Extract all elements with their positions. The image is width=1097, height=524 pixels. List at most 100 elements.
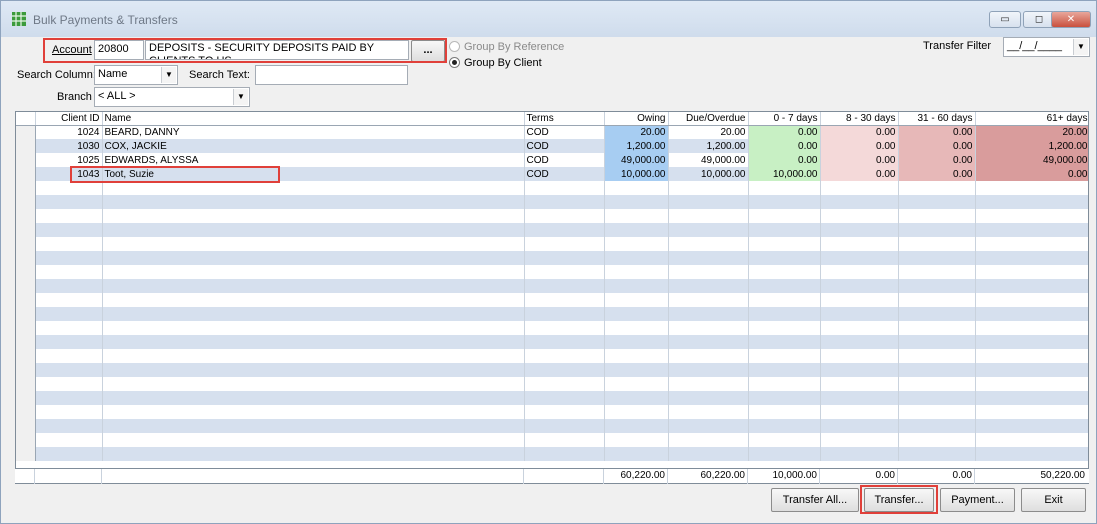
cell-b830[interactable]: 0.00: [820, 153, 899, 167]
cell-name[interactable]: [102, 447, 525, 461]
cell-terms[interactable]: [524, 279, 605, 293]
cell-b07[interactable]: [748, 363, 821, 377]
empty-table-row[interactable]: [16, 209, 1088, 223]
cell-client-id[interactable]: [35, 335, 103, 349]
group-by-client-radio[interactable]: [449, 57, 460, 68]
cell-due[interactable]: [668, 237, 749, 251]
col-31-60-days[interactable]: 31 - 60 days: [898, 112, 976, 126]
cell-owing[interactable]: [604, 251, 669, 265]
cell-client-id[interactable]: [35, 251, 103, 265]
cell-b07[interactable]: [748, 209, 821, 223]
cell-b3160[interactable]: 0.00: [898, 167, 976, 181]
cell-b61[interactable]: [975, 209, 1088, 223]
cell-client-id[interactable]: [35, 237, 103, 251]
cell-b830[interactable]: [820, 335, 899, 349]
cell-owing[interactable]: [604, 377, 669, 391]
cell-b3160[interactable]: [898, 251, 976, 265]
cell-b3160[interactable]: [898, 391, 976, 405]
cell-due[interactable]: [668, 433, 749, 447]
account-description-field[interactable]: DEPOSITS - SECURITY DEPOSITS PAID BY CLI…: [145, 40, 409, 60]
cell-terms[interactable]: COD: [524, 153, 605, 167]
cell-b61[interactable]: [975, 223, 1088, 237]
empty-table-row[interactable]: [16, 293, 1088, 307]
empty-table-row[interactable]: [16, 405, 1088, 419]
cell-name[interactable]: [102, 237, 525, 251]
cell-terms[interactable]: COD: [524, 139, 605, 153]
chevron-down-icon[interactable]: ▼: [161, 67, 176, 83]
chevron-down-icon[interactable]: ▼: [233, 89, 248, 105]
cell-client-id[interactable]: [35, 307, 103, 321]
cell-b830[interactable]: 0.00: [820, 139, 899, 153]
cell-due[interactable]: 20.00: [668, 125, 749, 139]
table-row[interactable]: 1030 COX, JACKIE COD 1,200.00 1,200.00 0.00 0.…: [16, 139, 1088, 153]
cell-due[interactable]: [668, 223, 749, 237]
cell-terms[interactable]: [524, 181, 605, 195]
cell-b830[interactable]: [820, 223, 899, 237]
cell-owing[interactable]: [604, 349, 669, 363]
cell-name[interactable]: [102, 279, 525, 293]
minimize-button[interactable]: ▭: [989, 11, 1021, 28]
cell-b830[interactable]: [820, 363, 899, 377]
cell-client-id[interactable]: [35, 447, 103, 461]
cell-b830[interactable]: [820, 279, 899, 293]
cell-terms[interactable]: [524, 363, 605, 377]
table-row[interactable]: 1024 BEARD, DANNY COD 20.00 20.00 0.00 0.00 0.0…: [16, 125, 1088, 139]
group-by-reference-radio[interactable]: [449, 41, 460, 52]
cell-owing[interactable]: 1,200.00: [604, 139, 669, 153]
cell-name[interactable]: [102, 293, 525, 307]
chevron-down-icon[interactable]: ▼: [1073, 39, 1088, 55]
cell-b07[interactable]: [748, 433, 821, 447]
empty-table-row[interactable]: [16, 433, 1088, 447]
cell-b61[interactable]: [975, 377, 1088, 391]
cell-due[interactable]: [668, 377, 749, 391]
close-button[interactable]: ✕: [1051, 11, 1091, 28]
cell-client-id[interactable]: [35, 391, 103, 405]
row-indicator[interactable]: [16, 195, 36, 209]
cell-b830[interactable]: [820, 349, 899, 363]
col-owing[interactable]: Owing: [604, 112, 669, 126]
row-indicator[interactable]: [16, 419, 36, 433]
cell-due[interactable]: [668, 419, 749, 433]
cell-b61[interactable]: 0.00: [975, 167, 1088, 181]
cell-b830[interactable]: [820, 265, 899, 279]
cell-b61[interactable]: 20.00: [975, 125, 1088, 139]
cell-client-id[interactable]: [35, 195, 103, 209]
cell-name[interactable]: [102, 181, 525, 195]
cell-client-id[interactable]: 1030: [35, 139, 103, 153]
cell-client-id[interactable]: [35, 209, 103, 223]
cell-client-id[interactable]: [35, 349, 103, 363]
col-61-plus-days[interactable]: 61+ days: [975, 112, 1088, 126]
cell-b3160[interactable]: [898, 447, 976, 461]
cell-b3160[interactable]: [898, 307, 976, 321]
cell-due[interactable]: [668, 265, 749, 279]
cell-b07[interactable]: [748, 195, 821, 209]
cell-b3160[interactable]: [898, 237, 976, 251]
search-text-input[interactable]: [255, 65, 408, 85]
cell-b3160[interactable]: [898, 265, 976, 279]
cell-b07[interactable]: [748, 321, 821, 335]
cell-terms[interactable]: [524, 293, 605, 307]
cell-name[interactable]: [102, 195, 525, 209]
cell-name[interactable]: [102, 363, 525, 377]
cell-b07[interactable]: [748, 447, 821, 461]
cell-b830[interactable]: [820, 251, 899, 265]
cell-due[interactable]: [668, 195, 749, 209]
cell-b61[interactable]: [975, 433, 1088, 447]
cell-owing[interactable]: [604, 363, 669, 377]
cell-owing[interactable]: [604, 391, 669, 405]
cell-name[interactable]: [102, 433, 525, 447]
empty-table-row[interactable]: [16, 181, 1088, 195]
cell-b3160[interactable]: 0.00: [898, 139, 976, 153]
cell-due[interactable]: [668, 293, 749, 307]
row-indicator[interactable]: [16, 139, 36, 153]
cell-name[interactable]: [102, 377, 525, 391]
cell-name[interactable]: BEARD, DANNY: [102, 125, 525, 139]
cell-b3160[interactable]: [898, 195, 976, 209]
empty-table-row[interactable]: [16, 377, 1088, 391]
cell-b830[interactable]: [820, 419, 899, 433]
cell-b07[interactable]: [748, 405, 821, 419]
col-client-id[interactable]: Client ID: [35, 112, 103, 126]
cell-name[interactable]: [102, 307, 525, 321]
cell-terms[interactable]: [524, 237, 605, 251]
cell-b3160[interactable]: [898, 279, 976, 293]
